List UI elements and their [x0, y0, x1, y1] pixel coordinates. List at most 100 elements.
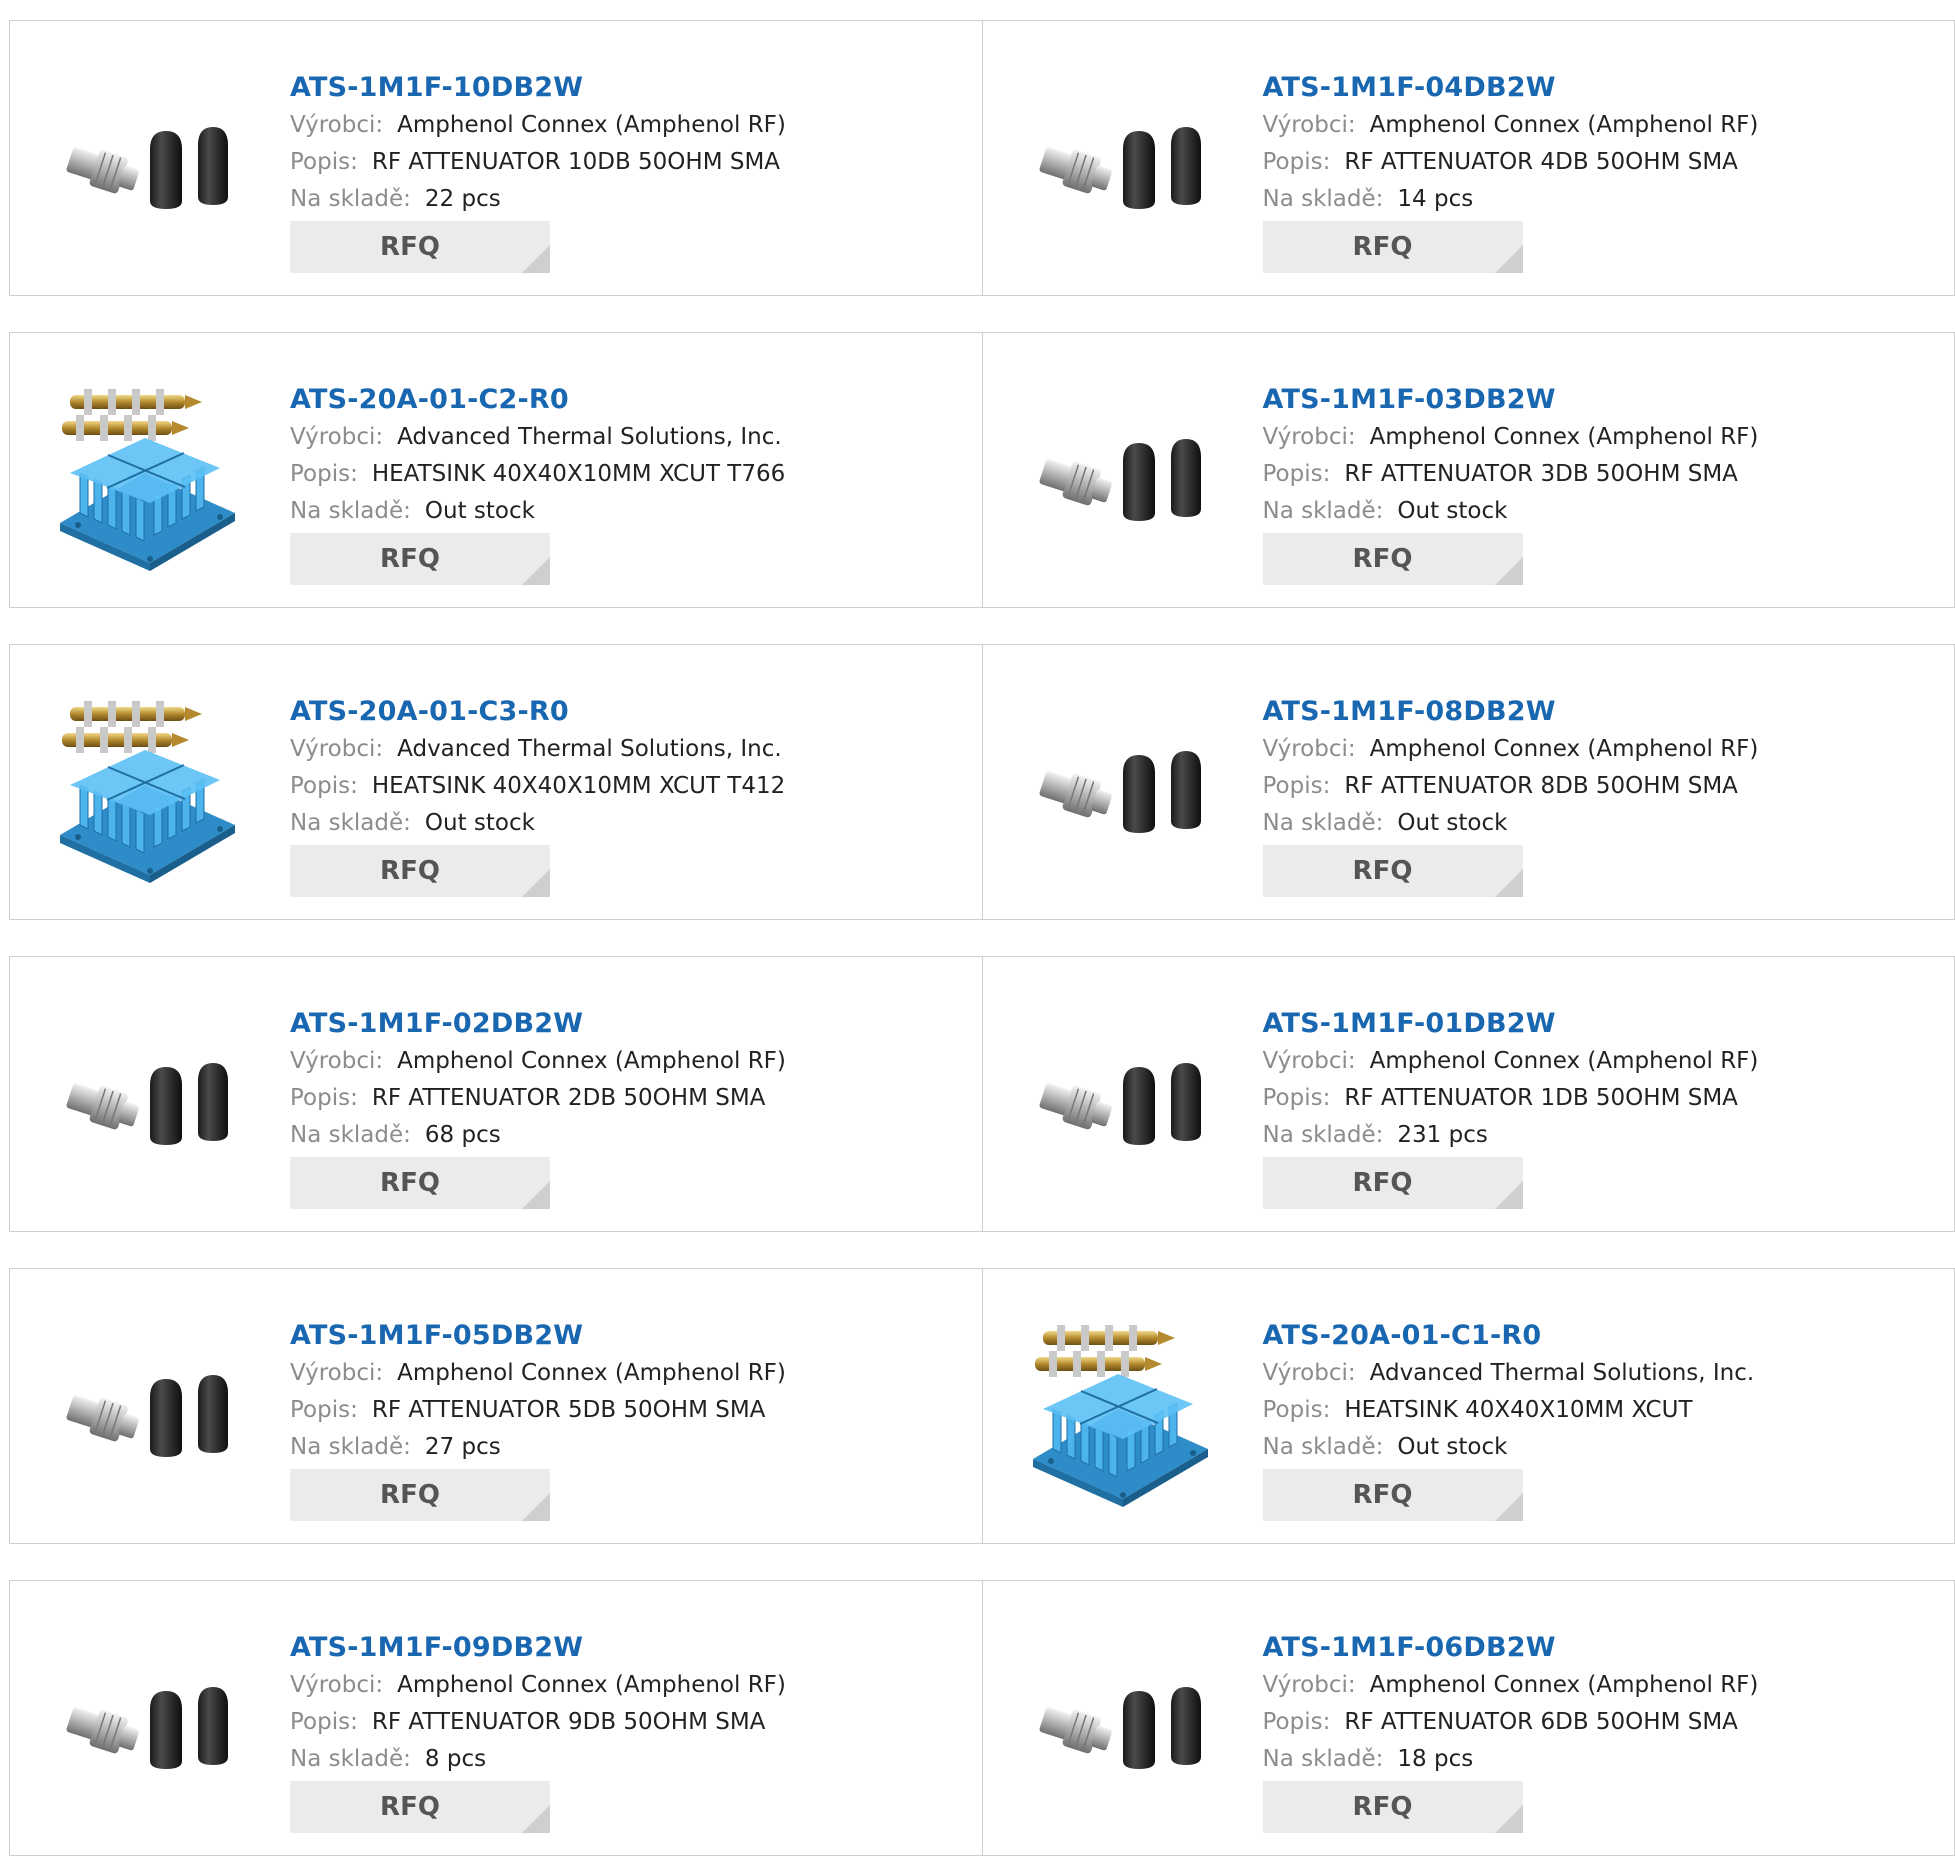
description-row: Popis:RF ATTENUATOR 10DB 50OHM SMA — [290, 144, 786, 181]
part-number-link[interactable]: ATS-20A-01-C2-R0 — [290, 381, 785, 419]
manufacturer-value: Amphenol Connex (Amphenol RF) — [397, 1360, 786, 1386]
stock-label: Na skladě: — [290, 1122, 411, 1148]
product-row: ATS-20A-01-C3-R0 Výrobci:Advanced Therma… — [9, 644, 1955, 920]
rf-attenuator-thumbnail[interactable] — [1023, 373, 1228, 578]
stock-label: Na skladě: — [290, 186, 411, 212]
stock-value: Out stock — [425, 498, 535, 524]
product-card: ATS-1M1F-10DB2W Výrobci:Amphenol Connex … — [9, 20, 983, 296]
rf-attenuator-thumbnail[interactable] — [1023, 61, 1228, 266]
rfq-button[interactable]: RFQ — [290, 845, 550, 897]
stock-value: 22 pcs — [425, 186, 501, 212]
product-image — [1023, 1309, 1228, 1514]
manufacturer-label: Výrobci: — [1263, 1360, 1356, 1386]
stock-row: Na skladě:Out stock — [1263, 805, 1759, 842]
description-value: RF ATTENUATOR 2DB 50OHM SMA — [372, 1085, 766, 1111]
stock-label: Na skladě: — [290, 498, 411, 524]
product-image — [1023, 1621, 1228, 1826]
part-number-link[interactable]: ATS-1M1F-04DB2W — [1263, 69, 1759, 107]
product-info: ATS-20A-01-C1-R0 Výrobci:Advanced Therma… — [1263, 1317, 1755, 1466]
rf-attenuator-thumbnail[interactable] — [50, 1621, 255, 1826]
stock-label: Na skladě: — [290, 810, 411, 836]
part-number-link[interactable]: ATS-1M1F-08DB2W — [1263, 693, 1759, 731]
part-number-link[interactable]: ATS-1M1F-06DB2W — [1263, 1629, 1759, 1667]
rfq-button[interactable]: RFQ — [1263, 1469, 1523, 1521]
stock-row: Na skladě:Out stock — [1263, 493, 1759, 530]
stock-row: Na skladě:8 pcs — [290, 1741, 786, 1778]
part-number-link[interactable]: ATS-1M1F-10DB2W — [290, 69, 786, 107]
heatsink-thumbnail[interactable] — [50, 373, 255, 578]
rf-attenuator-thumbnail[interactable] — [1023, 685, 1228, 890]
rfq-button[interactable]: RFQ — [290, 221, 550, 273]
stock-value: 68 pcs — [425, 1122, 501, 1148]
rfq-label: RFQ — [1353, 232, 1413, 262]
manufacturer-row: Výrobci:Amphenol Connex (Amphenol RF) — [290, 1043, 786, 1080]
corner-fold-icon — [522, 1181, 550, 1209]
description-label: Popis: — [1263, 149, 1331, 175]
description-label: Popis: — [1263, 1709, 1331, 1735]
rfq-button[interactable]: RFQ — [1263, 845, 1523, 897]
description-label: Popis: — [290, 1709, 358, 1735]
product-image — [50, 1309, 255, 1514]
part-number-link[interactable]: ATS-1M1F-02DB2W — [290, 1005, 786, 1043]
description-value: HEATSINK 40X40X10MM XCUT T766 — [372, 461, 785, 487]
stock-label: Na skladě: — [1263, 1434, 1384, 1460]
rfq-button[interactable]: RFQ — [1263, 221, 1523, 273]
rf-attenuator-thumbnail[interactable] — [1023, 997, 1228, 1202]
stock-row: Na skladě: 22 pcs — [290, 181, 786, 218]
manufacturer-value: Amphenol Connex (Amphenol RF) — [1370, 424, 1759, 450]
rfq-label: RFQ — [1353, 544, 1413, 574]
heatsink-thumbnail[interactable] — [1023, 1309, 1228, 1514]
manufacturer-row: Výrobci: Amphenol Connex (Amphenol RF) — [290, 1667, 786, 1704]
rf-attenuator-thumbnail[interactable] — [50, 997, 255, 1202]
product-info: ATS-1M1F-09DB2W Výrobci: Amphenol Connex … — [290, 1629, 786, 1778]
part-number-link[interactable]: ATS-1M1F-03DB2W — [1263, 381, 1759, 419]
stock-row: Na skladě: 68 pcs — [290, 1117, 786, 1154]
heatsink-thumbnail[interactable] — [50, 685, 255, 890]
product-info: ATS-1M1F-06DB2W Výrobci:Amphenol Connex … — [1263, 1629, 1759, 1778]
manufacturer-value: Amphenol Connex (Amphenol RF) — [397, 1672, 786, 1698]
corner-fold-icon — [1495, 869, 1523, 897]
rfq-label: RFQ — [380, 1792, 440, 1822]
rfq-button[interactable]: RFQ — [1263, 533, 1523, 585]
part-number-link[interactable]: ATS-1M1F-01DB2W — [1263, 1005, 1759, 1043]
manufacturer-label: Výrobci: — [290, 1672, 383, 1698]
description-value: RF ATTENUATOR 3DB 50OHM SMA — [1344, 461, 1738, 487]
manufacturer-label: Výrobci: — [290, 1048, 383, 1074]
stock-label: Na skladě: — [1263, 1122, 1384, 1148]
product-info: ATS-1M1F-04DB2W Výrobci:Amphenol Connex … — [1263, 69, 1759, 218]
product-image — [1023, 997, 1228, 1202]
stock-value: Out stock — [1397, 1434, 1507, 1460]
manufacturer-value: Amphenol Connex (Amphenol RF) — [1370, 112, 1759, 138]
rfq-label: RFQ — [1353, 1480, 1413, 1510]
part-number-link[interactable]: ATS-20A-01-C3-R0 — [290, 693, 785, 731]
rfq-button[interactable]: RFQ — [290, 1469, 550, 1521]
description-row: Popis:HEATSINK 40X40X10MM XCUT — [1263, 1392, 1755, 1429]
stock-row: Na skladě: Out stock — [290, 493, 785, 530]
stock-value: Out stock — [1397, 810, 1507, 836]
product-card: ATS-1M1F-09DB2W Výrobci: Amphenol Connex … — [9, 1580, 983, 1856]
product-row: ATS-1M1F-09DB2W Výrobci: Amphenol Connex … — [9, 1580, 1955, 1856]
stock-value: 14 pcs — [1397, 186, 1473, 212]
rfq-button[interactable]: RFQ — [290, 533, 550, 585]
product-info: ATS-1M1F-08DB2W Výrobci:Amphenol Connex … — [1263, 693, 1759, 842]
rf-attenuator-thumbnail[interactable] — [50, 1309, 255, 1514]
rf-attenuator-thumbnail[interactable] — [50, 61, 255, 266]
rfq-button[interactable]: RFQ — [290, 1781, 550, 1833]
rfq-button[interactable]: RFQ — [1263, 1157, 1523, 1209]
product-card: ATS-1M1F-05DB2W Výrobci:Amphenol Connex … — [9, 1268, 983, 1544]
product-info: ATS-1M1F-01DB2W Výrobci:Amphenol Connex … — [1263, 1005, 1759, 1154]
product-card: ATS-1M1F-04DB2W Výrobci:Amphenol Connex … — [982, 20, 1955, 296]
product-card: ATS-20A-01-C3-R0 Výrobci:Advanced Therma… — [9, 644, 983, 920]
stock-label: Na skladě: — [1263, 498, 1384, 524]
description-value: HEATSINK 40X40X10MM XCUT — [1344, 1397, 1692, 1423]
description-row: Popis:RF ATTENUATOR 6DB 50OHM SMA — [1263, 1704, 1759, 1741]
manufacturer-label: Výrobci: — [1263, 1048, 1356, 1074]
rfq-button[interactable]: RFQ — [290, 1157, 550, 1209]
part-number-link[interactable]: ATS-1M1F-09DB2W — [290, 1629, 786, 1667]
corner-fold-icon — [1495, 1805, 1523, 1833]
part-number-link[interactable]: ATS-1M1F-05DB2W — [290, 1317, 786, 1355]
rf-attenuator-thumbnail[interactable] — [1023, 1621, 1228, 1826]
rfq-button[interactable]: RFQ — [1263, 1781, 1523, 1833]
stock-value: Out stock — [425, 810, 535, 836]
part-number-link[interactable]: ATS-20A-01-C1-R0 — [1263, 1317, 1755, 1355]
